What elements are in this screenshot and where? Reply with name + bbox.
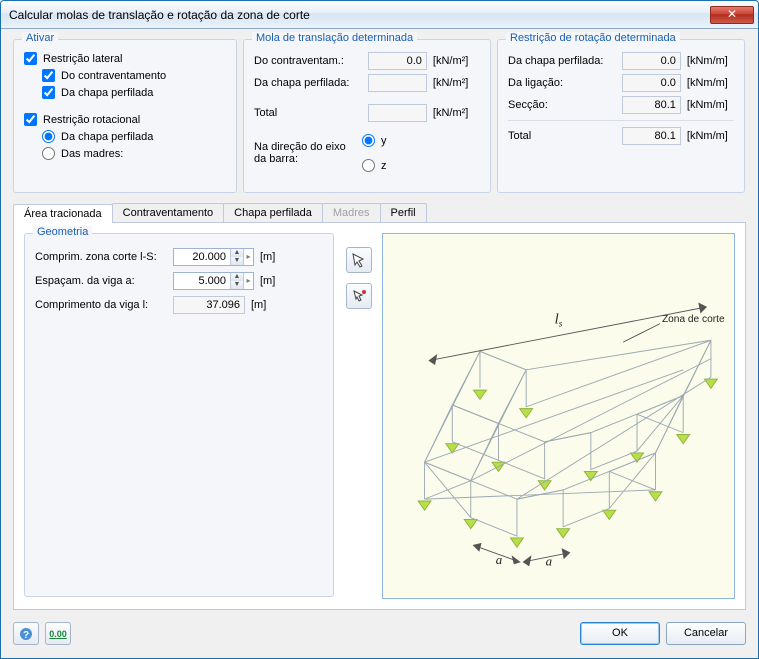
cursor-node-icon <box>351 288 367 304</box>
rot-section-unit: [kNm/m] <box>687 99 734 111</box>
rot-purlins-radio[interactable] <box>42 147 55 160</box>
cursor-select-icon <box>351 252 367 268</box>
activate-legend: Ativar <box>22 32 58 44</box>
a-label: Espaçam. da viga a: <box>35 275 167 287</box>
rot-connection-value: 0.0 <box>622 74 681 92</box>
svg-text:?: ? <box>23 630 29 641</box>
rot-total-unit: [kNm/m] <box>687 130 734 142</box>
trans-total-label: Total <box>254 107 362 119</box>
ls-unit: [m] <box>260 251 275 263</box>
structure-illustration: ls a a Zo <box>383 234 734 598</box>
a-input[interactable] <box>174 275 230 287</box>
window-title: Calcular molas de translação e rotação d… <box>9 8 710 22</box>
dialog-content: Ativar Restrição lateral Do contraventam… <box>1 29 758 658</box>
dir-z-label: z <box>381 160 387 172</box>
ls-spinner[interactable]: ▲▼ ▸ <box>173 248 254 266</box>
l-unit: [m] <box>251 299 266 311</box>
zone-label: Zona de corte <box>662 314 725 325</box>
bottom-bar: ? 0.00 OK Cancelar <box>13 622 746 645</box>
l-label: Comprimento da viga l: <box>35 299 167 311</box>
a-side-icon[interactable]: ▸ <box>243 273 253 289</box>
pick-node-button[interactable] <box>346 283 372 309</box>
ls-input[interactable] <box>174 251 230 263</box>
tab-area-tracionada[interactable]: Área tracionada <box>13 204 113 223</box>
dir-z-radio[interactable] <box>362 159 375 172</box>
ls-up-icon[interactable]: ▲ <box>231 249 243 257</box>
rot-total-value: 80.1 <box>622 127 681 145</box>
tab-panel: Geometria Comprim. zona corte l-S: ▲▼ ▸ … <box>13 222 746 610</box>
a-symbol-2: a <box>546 554 552 569</box>
rot-sheeting-row-value: 0.0 <box>622 52 681 70</box>
rotational-restriction-checkbox[interactable] <box>24 113 37 126</box>
illustration-panel: ls a a Zo <box>382 233 735 599</box>
trans-bracing-value: 0.0 <box>368 52 427 70</box>
rot-connection-unit: [kNm/m] <box>687 77 734 89</box>
translation-legend: Mola de translação determinada <box>252 32 417 44</box>
rot-sheeting-radio[interactable] <box>42 130 55 143</box>
geometry-legend: Geometria <box>33 226 92 238</box>
rot-sheeting-row-label: Da chapa perfilada: <box>508 55 616 67</box>
units-button[interactable]: 0.00 <box>45 622 71 645</box>
trans-total-value <box>368 104 427 122</box>
trans-sheeting-value <box>368 74 427 92</box>
a-down-icon[interactable]: ▼ <box>231 281 243 289</box>
a-up-icon[interactable]: ▲ <box>231 273 243 281</box>
tab-bar: Área tracionada Contraventamento Chapa p… <box>13 203 746 222</box>
dir-y-radio[interactable] <box>362 134 375 147</box>
trans-bracing-unit: [kN/m²] <box>433 55 480 67</box>
pick-button[interactable] <box>346 247 372 273</box>
tab-perfil[interactable]: Perfil <box>380 203 427 222</box>
bracing-checkbox[interactable] <box>42 69 55 82</box>
tab-chapa-perfilada[interactable]: Chapa perfilada <box>223 203 323 222</box>
l-value: 37.096 <box>173 296 245 314</box>
a-symbol-1: a <box>496 552 502 567</box>
tab-madres: Madres <box>322 203 381 222</box>
trans-sheeting-unit: [kN/m²] <box>433 77 480 89</box>
rot-section-label: Secção: <box>508 99 616 111</box>
close-button[interactable]: ✕ <box>710 6 754 24</box>
rot-purlins-label: Das madres: <box>61 148 123 160</box>
trans-bracing-label: Do contraventam.: <box>254 55 362 67</box>
rotation-separator <box>508 120 734 121</box>
rot-total-label: Total <box>508 130 616 142</box>
dir-y-label: y <box>381 135 387 147</box>
direction-label: Na direção do eixo da barra: <box>254 141 350 165</box>
ok-button[interactable]: OK <box>580 622 660 645</box>
activate-group: Ativar Restrição lateral Do contraventam… <box>13 39 237 193</box>
rotation-group: Restrição de rotação determinada Da chap… <box>497 39 745 193</box>
translation-group: Mola de translação determinada Do contra… <box>243 39 491 193</box>
rot-section-value: 80.1 <box>622 96 681 114</box>
help-button[interactable]: ? <box>13 622 39 645</box>
sheeting-checkbox[interactable] <box>42 86 55 99</box>
titlebar: Calcular molas de translação e rotação d… <box>1 1 758 29</box>
sheeting-label: Da chapa perfilada <box>61 87 153 99</box>
rot-sheeting-label: Da chapa perfilada <box>61 131 153 143</box>
ls-down-icon[interactable]: ▼ <box>231 257 243 265</box>
bracing-label: Do contraventamento <box>61 70 166 82</box>
geometry-group: Geometria Comprim. zona corte l-S: ▲▼ ▸ … <box>24 233 334 597</box>
ls-label: Comprim. zona corte l-S: <box>35 251 167 263</box>
rotational-restriction-label: Restrição rotacional <box>43 114 140 126</box>
help-icon: ? <box>19 627 33 641</box>
ls-side-icon[interactable]: ▸ <box>243 249 253 265</box>
dialog-window: Calcular molas de translação e rotação d… <box>0 0 759 659</box>
rotation-legend: Restrição de rotação determinada <box>506 32 680 44</box>
lateral-restriction-checkbox[interactable] <box>24 52 37 65</box>
trans-total-unit: [kN/m²] <box>433 107 480 119</box>
lateral-restriction-label: Restrição lateral <box>43 53 122 65</box>
a-unit: [m] <box>260 275 275 287</box>
tab-contraventamento[interactable]: Contraventamento <box>112 203 225 222</box>
rot-connection-label: Da ligação: <box>508 77 616 89</box>
a-spinner[interactable]: ▲▼ ▸ <box>173 272 254 290</box>
rot-sheeting-row-unit: [kNm/m] <box>687 55 734 67</box>
trans-sheeting-label: Da chapa perfilada: <box>254 77 362 89</box>
ls-symbol: ls <box>555 312 563 329</box>
cancel-button[interactable]: Cancelar <box>666 622 746 645</box>
units-icon: 0.00 <box>49 629 67 639</box>
